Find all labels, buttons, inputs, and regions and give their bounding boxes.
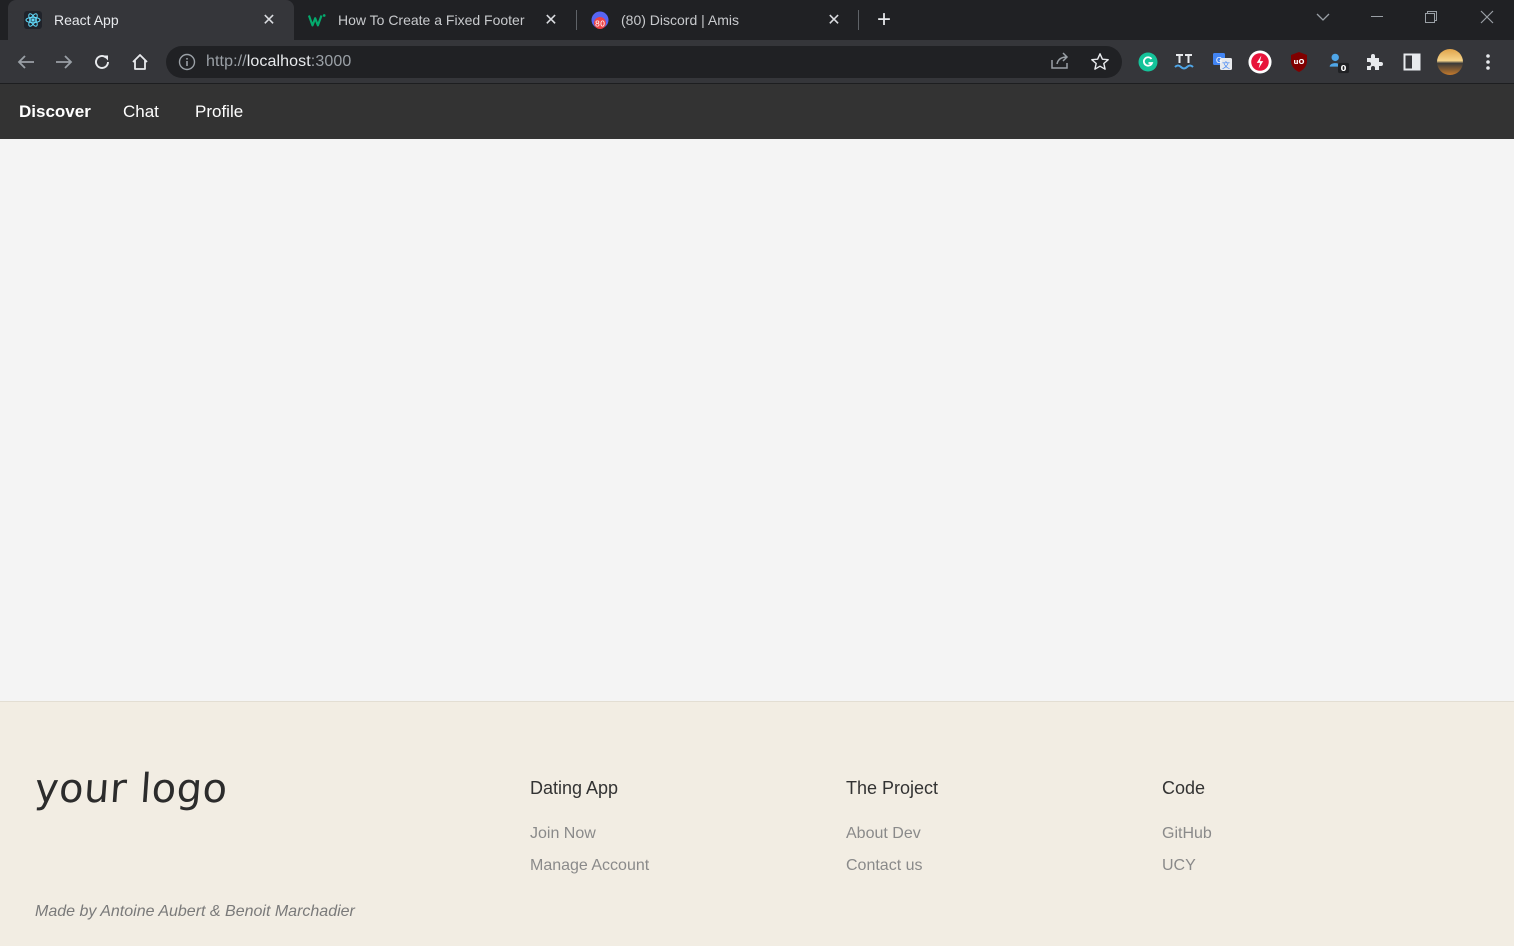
forward-arrow-icon[interactable] (48, 46, 80, 78)
footer-link-github[interactable]: GitHub (1162, 825, 1212, 843)
close-tab-icon[interactable]: ✕ (540, 9, 562, 31)
app-navbar: Discover Chat Profile (0, 84, 1514, 139)
profile-avatar[interactable] (1436, 48, 1464, 76)
bitwarden-icon[interactable]: 0 (1326, 50, 1350, 74)
main-content (0, 139, 1514, 701)
close-tab-icon[interactable]: ✕ (823, 9, 845, 31)
footer-column-heading: The Project (846, 778, 939, 798)
address-bar[interactable]: http://localhost:3000 (166, 46, 1122, 78)
tab-react-app[interactable]: React App ✕ (8, 0, 294, 40)
new-tab-button[interactable]: + (870, 6, 898, 34)
browser-toolbar: http://localhost:3000 G文 uO 0 (0, 40, 1514, 84)
footer-credit: Made by Antoine Aubert & Benoit Marchadi… (35, 903, 355, 920)
discord-badge: 80 (595, 20, 605, 29)
back-arrow-icon[interactable] (10, 46, 42, 78)
reload-icon[interactable] (86, 46, 118, 78)
w3schools-icon (308, 11, 326, 29)
url-text: http://localhost:3000 (206, 53, 351, 71)
language-tool-icon[interactable] (1173, 50, 1197, 74)
share-icon[interactable] (1050, 52, 1072, 72)
footer-column-dating-app: Dating App Join Now Manage Account (530, 778, 649, 889)
tab-title: React App (54, 12, 119, 28)
tab-search-icon[interactable] (1296, 0, 1350, 34)
browser-tab-strip: React App ✕ How To Create a Fixed Footer… (0, 0, 1514, 40)
site-footer: your logo Made by Antoine Aubert & Benoi… (0, 701, 1514, 946)
nav-discover[interactable]: Discover (19, 102, 91, 122)
google-translate-icon[interactable]: G文 (1211, 50, 1235, 74)
footer-link-join-now[interactable]: Join Now (530, 825, 649, 843)
browser-menu-icon[interactable] (1476, 50, 1500, 74)
svg-text:文: 文 (1222, 60, 1230, 70)
react-icon (24, 11, 42, 29)
url-host: localhost (246, 53, 311, 70)
footer-logo[interactable]: your logo (33, 766, 229, 812)
nav-profile[interactable]: Profile (195, 102, 243, 122)
extensions-puzzle-icon[interactable] (1362, 50, 1386, 74)
power-extension-icon[interactable] (1248, 50, 1272, 74)
bookmark-star-icon[interactable] (1090, 52, 1110, 72)
footer-link-about-dev[interactable]: About Dev (846, 825, 938, 843)
url-scheme: http:// (206, 53, 247, 70)
footer-link-contact-us[interactable]: Contact us (846, 857, 938, 875)
minimize-icon[interactable] (1350, 0, 1404, 34)
extension-badge: 0 (1341, 63, 1347, 73)
tab-title: How To Create a Fixed Footer (338, 12, 525, 28)
side-panel-icon[interactable] (1400, 50, 1424, 74)
restore-icon[interactable] (1404, 0, 1458, 34)
grammarly-icon[interactable] (1136, 50, 1160, 74)
footer-link-ucy[interactable]: UCY (1162, 857, 1212, 875)
discord-icon: 80 (591, 11, 609, 29)
nav-chat[interactable]: Chat (123, 102, 159, 122)
tab-discord[interactable]: 80 (80) Discord | Amis ✕ (577, 0, 859, 40)
footer-link-manage-account[interactable]: Manage Account (530, 857, 649, 875)
url-port: :3000 (310, 53, 352, 70)
tab-title: (80) Discord | Amis (621, 12, 739, 28)
tab-divider (858, 10, 859, 30)
svg-text:uO: uO (1294, 58, 1305, 66)
home-icon[interactable] (124, 46, 156, 78)
window-close-icon[interactable] (1460, 0, 1514, 34)
close-tab-icon[interactable]: ✕ (258, 9, 280, 31)
footer-column-heading: Code (1162, 778, 1206, 798)
tab-fixed-footer[interactable]: How To Create a Fixed Footer ✕ (294, 0, 576, 40)
footer-column-heading: Dating App (530, 778, 619, 798)
ublock-origin-icon[interactable]: uO (1287, 50, 1311, 74)
site-info-icon[interactable] (178, 53, 196, 71)
footer-column-code: Code GitHub UCY (1162, 778, 1212, 889)
footer-column-the-project: The Project About Dev Contact us (846, 778, 938, 889)
